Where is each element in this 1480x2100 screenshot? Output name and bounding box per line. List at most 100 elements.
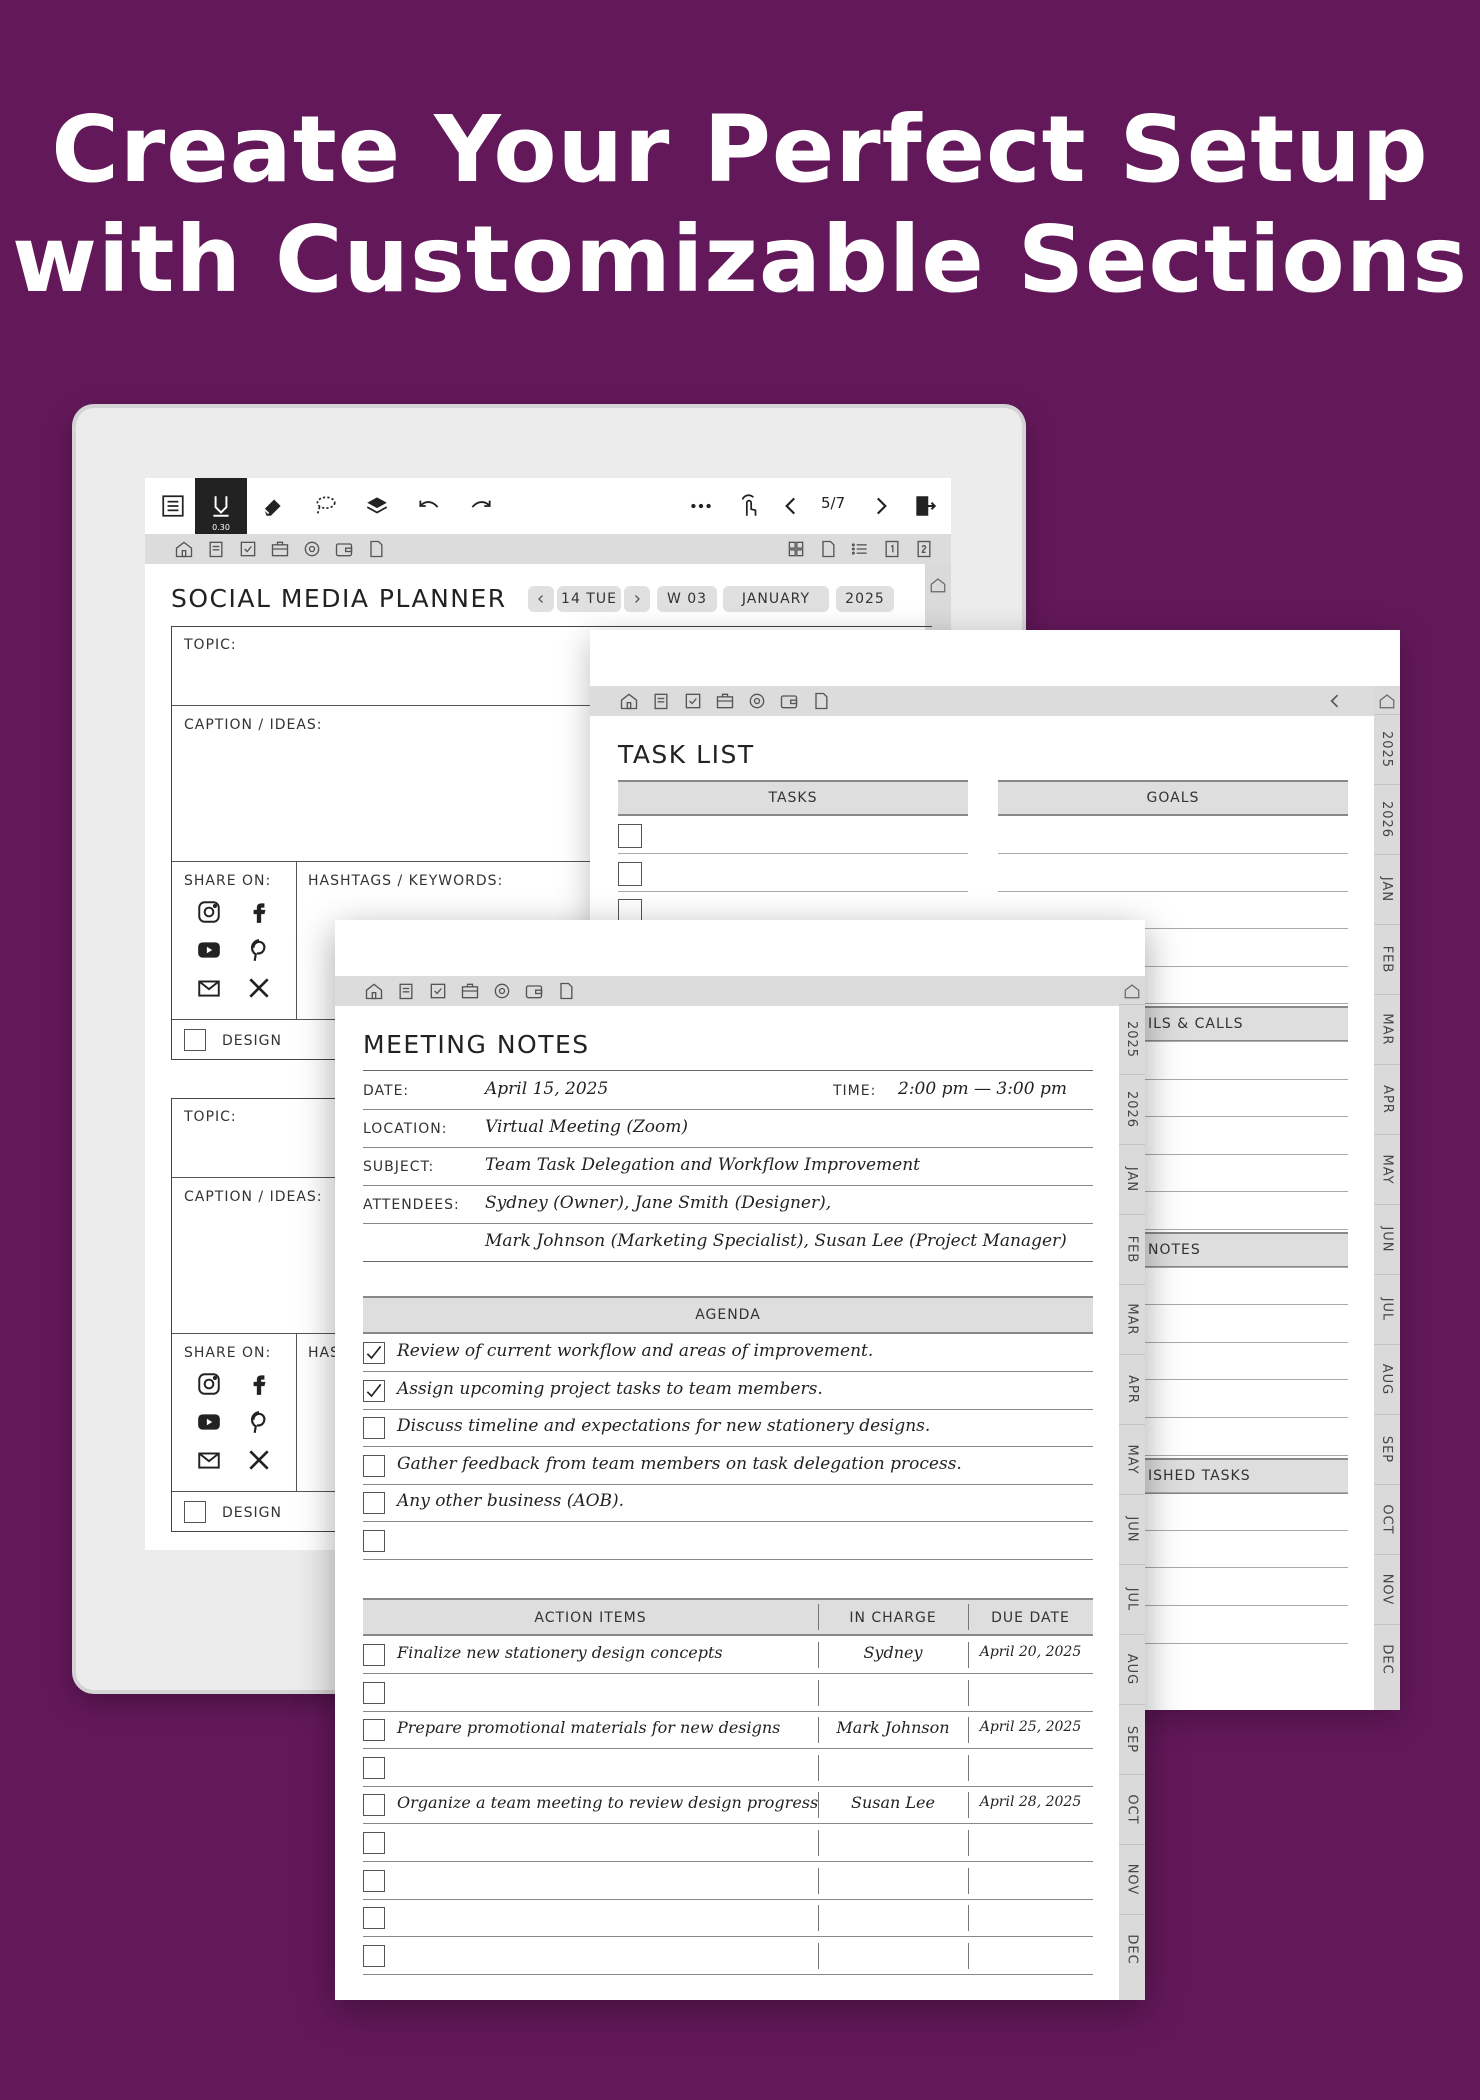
prev-page-icon[interactable] — [769, 478, 813, 534]
document-icon[interactable] — [817, 538, 839, 560]
side-tab[interactable]: AUG — [1119, 1634, 1145, 1703]
due-date-value[interactable]: April 28, 2025 — [968, 1794, 1093, 1810]
briefcase-icon[interactable] — [459, 980, 481, 1002]
side-tab[interactable]: MAY — [1119, 1424, 1145, 1493]
x-twitter-icon[interactable] — [246, 975, 272, 1001]
agenda-checkbox[interactable] — [363, 1342, 385, 1364]
home-icon[interactable] — [363, 980, 385, 1002]
action-checkbox[interactable] — [363, 1756, 385, 1779]
attendees-value[interactable]: Sydney (Owner), Jane Smith (Designer), — [485, 1193, 831, 1213]
agenda-item-text[interactable]: Review of current workflow and areas of … — [397, 1341, 873, 1361]
lasso-icon[interactable] — [299, 478, 351, 534]
week-pill[interactable]: W 03 — [657, 586, 717, 612]
next-page-icon[interactable] — [859, 478, 903, 534]
side-tab[interactable]: JUN — [1374, 1204, 1400, 1273]
agenda-checkbox[interactable] — [363, 1492, 385, 1514]
goal-icon[interactable] — [746, 690, 768, 712]
page-icon[interactable] — [365, 538, 387, 560]
action-item-text[interactable]: Finalize new stationery design concepts — [397, 1643, 723, 1662]
page-icon[interactable] — [810, 690, 832, 712]
side-tab[interactable]: AUG — [1374, 1344, 1400, 1413]
attendees-value-continued[interactable]: Mark Johnson (Marketing Specialist), Sus… — [485, 1231, 1067, 1251]
x-twitter-icon[interactable] — [246, 1447, 272, 1473]
pinterest-icon[interactable] — [246, 937, 272, 963]
instagram-icon[interactable] — [196, 1371, 222, 1397]
agenda-item-text[interactable]: Discuss timeline and expectations for ne… — [397, 1416, 930, 1436]
notes-icon[interactable] — [395, 980, 417, 1002]
side-tab[interactable]: JUL — [1374, 1274, 1400, 1343]
in-charge-value[interactable]: Mark Johnson — [818, 1718, 968, 1737]
date-value[interactable]: April 15, 2025 — [485, 1079, 608, 1099]
side-tab[interactable]: JUN — [1119, 1494, 1145, 1563]
agenda-checkbox[interactable] — [363, 1417, 385, 1439]
briefcase-icon[interactable] — [714, 690, 736, 712]
page-icon[interactable] — [555, 980, 577, 1002]
side-tab[interactable]: MAY — [1374, 1134, 1400, 1203]
agenda-checkbox[interactable] — [363, 1379, 385, 1402]
action-item-text[interactable]: Organize a team meeting to review design… — [397, 1793, 818, 1812]
side-tab[interactable]: 2025 — [1374, 714, 1400, 783]
agenda-checkbox[interactable] — [363, 1454, 385, 1477]
briefcase-icon[interactable] — [269, 538, 291, 560]
goal-icon[interactable] — [301, 538, 323, 560]
prev-day-button[interactable] — [528, 586, 554, 612]
side-tab[interactable]: DEC — [1119, 1914, 1145, 1983]
more-icon[interactable] — [675, 478, 727, 534]
agenda-item-text[interactable]: Any other business (AOB). — [397, 1491, 624, 1511]
eraser-icon[interactable] — [247, 478, 299, 534]
side-tab[interactable]: 2026 — [1119, 1074, 1145, 1143]
layers-icon[interactable] — [351, 478, 403, 534]
action-checkbox[interactable] — [363, 1719, 385, 1742]
touch-icon[interactable] — [723, 478, 775, 534]
due-date-value[interactable]: April 20, 2025 — [968, 1644, 1093, 1660]
undo-icon[interactable] — [403, 478, 455, 534]
side-home-icon[interactable] — [1123, 982, 1141, 1000]
in-charge-value[interactable]: Sydney — [818, 1643, 968, 1662]
goal-icon[interactable] — [491, 980, 513, 1002]
side-tab[interactable]: NOV — [1119, 1844, 1145, 1913]
next-day-button[interactable] — [624, 586, 650, 612]
wallet-icon[interactable] — [778, 690, 800, 712]
facebook-icon[interactable] — [246, 1371, 272, 1397]
time-value[interactable]: 2:00 pm — 3:00 pm — [898, 1079, 1067, 1099]
action-checkbox[interactable] — [363, 1832, 385, 1854]
home-icon[interactable] — [618, 690, 640, 712]
side-tab[interactable]: 2025 — [1119, 1004, 1145, 1073]
exit-icon[interactable] — [899, 478, 951, 534]
page-two-icon[interactable] — [913, 538, 935, 560]
side-tab[interactable]: SEP — [1119, 1704, 1145, 1773]
action-checkbox[interactable] — [363, 1681, 385, 1704]
side-tab[interactable]: FEB — [1119, 1214, 1145, 1283]
side-tab[interactable]: JAN — [1119, 1144, 1145, 1213]
design-checkbox[interactable] — [184, 1029, 206, 1051]
side-tab[interactable]: NOV — [1374, 1554, 1400, 1623]
side-home-icon[interactable] — [1378, 692, 1396, 710]
wallet-icon[interactable] — [523, 980, 545, 1002]
side-tab[interactable]: APR — [1374, 1064, 1400, 1133]
action-checkbox[interactable] — [363, 1944, 385, 1967]
action-checkbox[interactable] — [363, 1869, 385, 1892]
subject-value[interactable]: Team Task Delegation and Workflow Improv… — [485, 1155, 920, 1175]
checklist-icon[interactable] — [427, 980, 449, 1002]
action-checkbox[interactable] — [363, 1907, 385, 1930]
pinterest-icon[interactable] — [246, 1409, 272, 1435]
task-checkbox[interactable] — [618, 861, 642, 886]
side-home-icon[interactable] — [929, 576, 947, 594]
grid-icon[interactable] — [785, 538, 807, 560]
side-tab[interactable]: APR — [1119, 1354, 1145, 1423]
redo-icon[interactable] — [455, 478, 507, 534]
agenda-checkbox[interactable] — [363, 1529, 385, 1552]
notes-icon[interactable] — [650, 690, 672, 712]
agenda-item-text[interactable]: Assign upcoming project tasks to team me… — [397, 1379, 823, 1399]
side-tab[interactable]: 2026 — [1374, 784, 1400, 853]
pen-icon[interactable]: 0.30 — [195, 478, 247, 534]
action-item-text[interactable]: Prepare promotional materials for new de… — [397, 1718, 780, 1737]
youtube-icon[interactable] — [196, 937, 222, 963]
side-tab[interactable]: OCT — [1374, 1484, 1400, 1553]
back-chevron-icon[interactable] — [1324, 690, 1346, 712]
facebook-icon[interactable] — [246, 899, 272, 925]
action-checkbox[interactable] — [363, 1644, 385, 1666]
youtube-icon[interactable] — [196, 1409, 222, 1435]
side-tab[interactable]: MAR — [1119, 1284, 1145, 1353]
side-tab[interactable]: MAR — [1374, 994, 1400, 1063]
